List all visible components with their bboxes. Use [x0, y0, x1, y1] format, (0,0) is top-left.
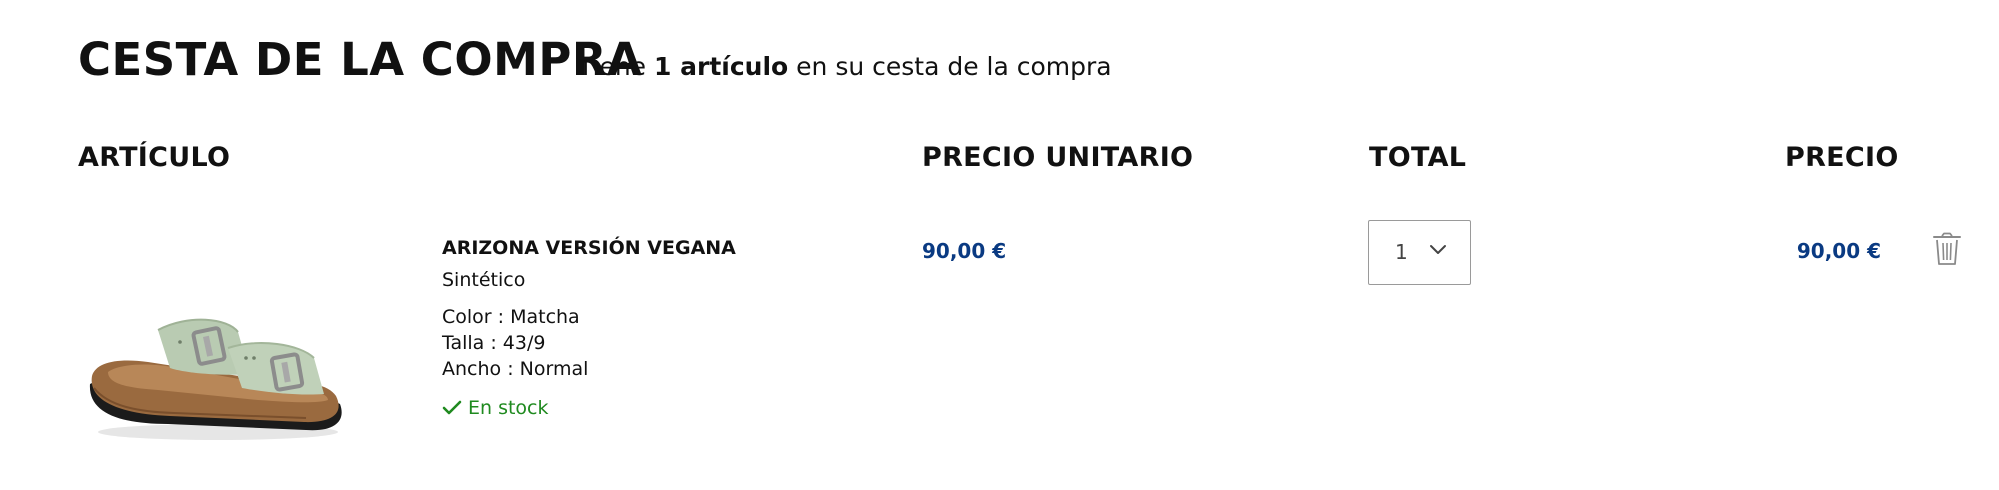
cart-summary: Tiene 1 artículo en su cesta de la compr…	[578, 51, 1112, 83]
checkmark-icon	[442, 400, 462, 415]
trash-icon	[1933, 232, 1961, 265]
unit-price: 90,00 €	[922, 239, 1007, 263]
column-header-total: TOTAL	[1369, 142, 1467, 173]
cart-item-count: 1 artículo	[654, 52, 789, 81]
chevron-down-icon	[1430, 245, 1446, 254]
stock-label: En stock	[468, 397, 549, 419]
column-header-price: PRECIO	[1785, 142, 1899, 173]
page-title: CESTA DE LA COMPRA	[78, 33, 643, 86]
sandal-image	[89, 318, 342, 440]
product-material: Sintético	[442, 269, 526, 291]
quantity-value: 1	[1395, 240, 1408, 264]
product-color: Color : Matcha	[442, 306, 580, 328]
quantity-select[interactable]: 1	[1368, 220, 1471, 285]
column-header-unit-price: PRECIO UNITARIO	[922, 142, 1194, 173]
product-image[interactable]	[78, 292, 348, 447]
product-name[interactable]: ARIZONA VERSIÓN VEGANA	[442, 235, 736, 261]
product-size: Talla : 43/9	[442, 332, 546, 354]
cart-summary-prefix: Tiene	[578, 52, 655, 81]
column-header-item: ARTÍCULO	[78, 142, 231, 173]
product-width: Ancho : Normal	[442, 358, 589, 380]
stock-status: En stock	[442, 395, 549, 421]
cart-summary-suffix: en su cesta de la compra	[788, 52, 1112, 81]
remove-item-button[interactable]	[1932, 232, 1962, 266]
line-price: 90,00 €	[1796, 239, 1881, 263]
